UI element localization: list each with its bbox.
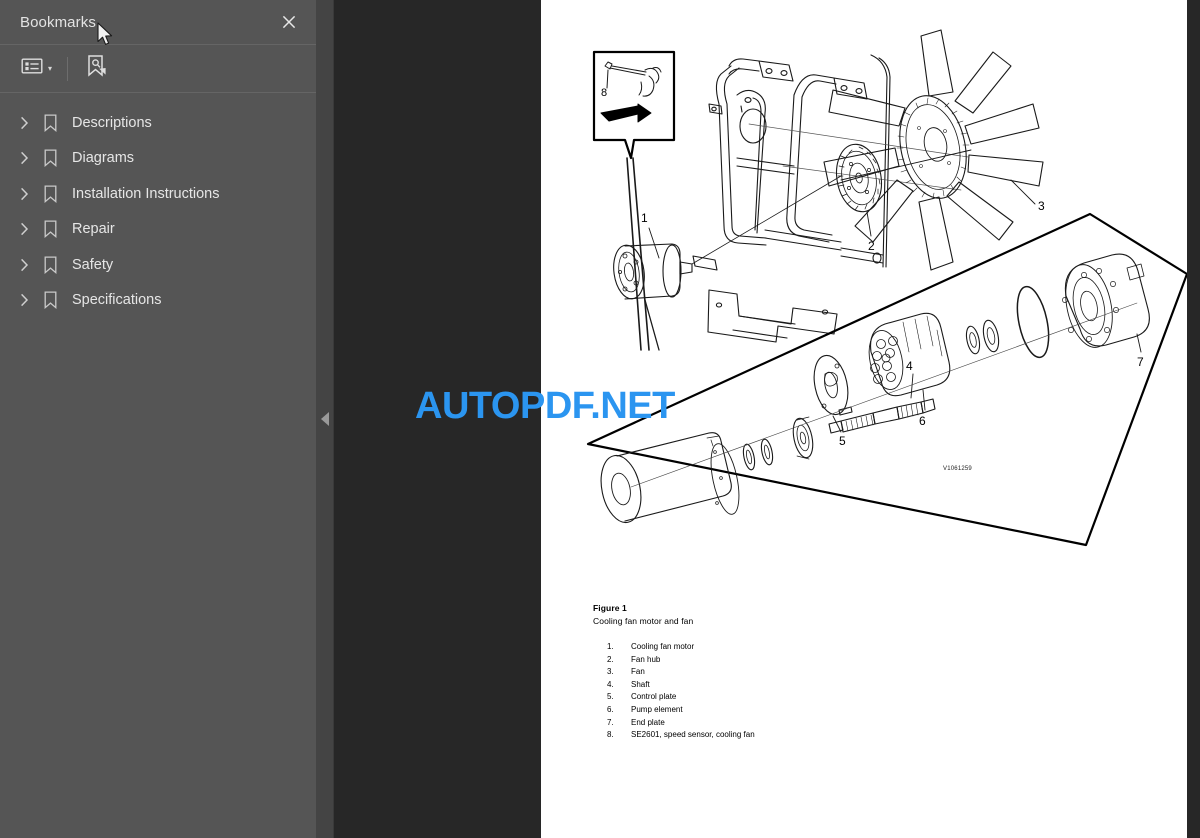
legend-text: SE2601, speed sensor, cooling fan (631, 730, 755, 740)
bookmark-icon (37, 112, 63, 134)
sidebar-item-label: Safety (72, 256, 114, 273)
svg-text:4: 4 (906, 359, 913, 373)
sidebar-item-diagrams[interactable]: Diagrams (0, 141, 316, 177)
legend-text: Shaft (631, 679, 650, 689)
page-title: Bookmarks (20, 13, 96, 31)
list-options-icon (21, 57, 43, 80)
legend-number: 2. (607, 654, 614, 664)
figure-legend: 1. Cooling fan motor 2. Fan hub 3. Fan 4… (593, 641, 755, 742)
svg-text:1: 1 (641, 211, 648, 225)
chevron-right-icon[interactable] (14, 148, 34, 168)
legend-text: End plate (631, 717, 665, 727)
legend-text: Control plate (631, 692, 677, 702)
pdf-page: 8 1 2 3 4 5 6 7 V1061259 Figure 1 Coolin… (541, 0, 1187, 838)
bookmark-icon (37, 289, 63, 311)
svg-text:6: 6 (919, 414, 926, 428)
close-icon[interactable] (276, 9, 302, 35)
find-bookmark-button[interactable] (82, 54, 110, 84)
find-bookmark-icon (85, 54, 107, 83)
bookmark-icon (37, 254, 63, 276)
legend-number: 7. (607, 717, 614, 727)
legend-item: 6. Pump element (593, 704, 755, 717)
pdf-viewer[interactable]: 8 1 2 3 4 5 6 7 V1061259 Figure 1 Coolin… (334, 0, 1200, 838)
bookmark-icon (37, 218, 63, 240)
sidebar-item-installation-instructions[interactable]: Installation Instructions (0, 176, 316, 212)
pdf-reader-window: Bookmarks ▾ Descriptions Diagrams Instal… (0, 0, 1200, 838)
legend-item: 8. SE2601, speed sensor, cooling fan (593, 729, 755, 742)
svg-text:8: 8 (601, 87, 607, 99)
sidebar-item-label: Installation Instructions (72, 185, 220, 202)
bookmark-icon (37, 183, 63, 205)
sidebar-header: Bookmarks (0, 0, 316, 45)
sidebar-item-safety[interactable]: Safety (0, 247, 316, 283)
legend-text: Fan hub (631, 654, 661, 664)
sidebar-item-label: Diagrams (72, 150, 135, 167)
legend-number: 4. (607, 679, 614, 689)
sidebar-item-repair[interactable]: Repair (0, 212, 316, 248)
chevron-down-icon: ▾ (48, 63, 53, 73)
svg-text:7: 7 (1137, 355, 1144, 369)
chevron-right-icon[interactable] (14, 113, 34, 133)
sidebar-item-label: Repair (72, 221, 115, 238)
legend-number: 8. (607, 730, 614, 740)
legend-text: Cooling fan motor (631, 642, 695, 651)
cooling-fan-motor-diagram: 8 1 2 3 4 5 6 7 (586, 29, 1187, 547)
bookmarks-list: Descriptions Diagrams Installation Instr… (0, 93, 316, 318)
bookmarks-sidebar: Bookmarks ▾ Descriptions Diagrams Instal… (0, 0, 316, 838)
chevron-right-icon[interactable] (14, 219, 34, 239)
chevron-right-icon[interactable] (14, 184, 34, 204)
figure-part-number: V1061259 (943, 466, 972, 472)
sidebar-item-label: Specifications (72, 292, 162, 309)
bookmark-icon (37, 147, 63, 169)
legend-item: 1. Cooling fan motor (593, 641, 755, 654)
legend-number: 3. (607, 667, 614, 677)
sidebar-collapse-handle[interactable] (316, 0, 334, 838)
legend-item: 5. Control plate (593, 691, 755, 704)
legend-item: 7. End plate (593, 717, 755, 730)
collapse-left-triangle-icon (320, 412, 329, 426)
legend-item: 4. Shaft (593, 679, 755, 692)
legend-number: 1. (607, 642, 614, 651)
legend-text: Pump element (631, 704, 683, 714)
list-options-button[interactable]: ▾ (18, 54, 55, 84)
legend-item: 2. Fan hub (593, 654, 755, 667)
figure-subtitle: Cooling fan motor and fan (593, 616, 694, 626)
chevron-right-icon[interactable] (14, 290, 34, 310)
legend-number: 5. (607, 692, 614, 702)
chevron-right-icon[interactable] (14, 255, 34, 275)
sidebar-item-descriptions[interactable]: Descriptions (0, 105, 316, 141)
sidebar-item-specifications[interactable]: Specifications (0, 283, 316, 319)
figure-caption: Figure 1 Cooling fan motor and fan 1. Co… (593, 602, 755, 742)
legend-item: 3. Fan (593, 666, 755, 679)
bookmarks-toolbar: ▾ (0, 45, 316, 93)
svg-text:3: 3 (1038, 199, 1045, 213)
figure-title: Figure 1 (593, 603, 627, 613)
svg-text:5: 5 (839, 434, 846, 448)
legend-text: Fan (631, 667, 645, 677)
sidebar-item-label: Descriptions (72, 114, 152, 131)
toolbar-divider (67, 56, 69, 81)
legend-number: 6. (607, 704, 614, 714)
